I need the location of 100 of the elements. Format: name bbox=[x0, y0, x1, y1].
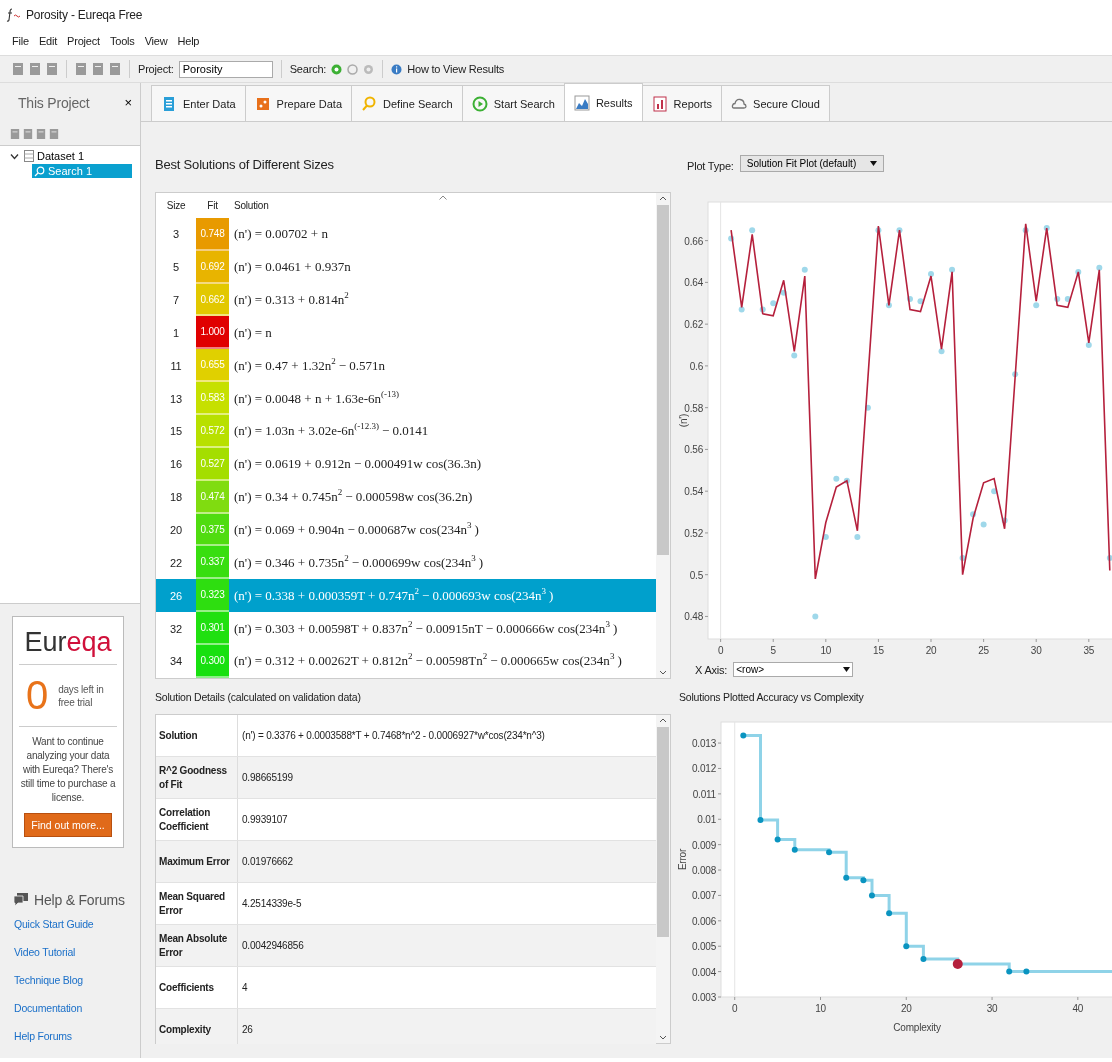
detail-value: 0.01976662 bbox=[241, 855, 293, 869]
size-cell-text: 26 bbox=[169, 588, 183, 604]
y-tick-label: 0.64 bbox=[684, 277, 703, 289]
x-tick-label: 20 bbox=[900, 1003, 912, 1014]
fit-cell: 0.655 bbox=[196, 349, 229, 383]
detail-label: Solution bbox=[156, 715, 238, 756]
solution-equation: (n') = 0.303 + 0.00598T + 0.837n$^{2}$ − 0.00915nT − 0.000666w cos(234n$^{3}$) bbox=[233, 617, 619, 638]
y-tick-label: 0.003 bbox=[691, 992, 716, 1003]
size-cell-text: 15 bbox=[169, 424, 183, 440]
solution-equation: (n') = 0.313 + 0.814n$^{2}$ bbox=[233, 289, 350, 310]
solution-equation: (n') = 0.47 + 1.32n$^{2}$ − 0.571n bbox=[233, 354, 386, 375]
search-label: Search: bbox=[289, 63, 327, 75]
y-tick-label: 0.004 bbox=[691, 966, 716, 978]
size-cell-text: 7 bbox=[172, 293, 180, 309]
y-tick-label: 0.52 bbox=[684, 527, 703, 539]
y-tick-label: 0.013 bbox=[691, 738, 716, 750]
fit-cell: 0.375 bbox=[196, 513, 229, 547]
promo-message: Want to continue analyzing your data with Eureqa? There's still time to purchase a license. bbox=[19, 735, 117, 805]
detail-value: 0.0042946856 bbox=[241, 939, 304, 953]
y-tick-label: 0.005 bbox=[691, 941, 716, 953]
detail-label: Mean Squared Error bbox=[156, 883, 238, 924]
x-tick-label: 10 bbox=[820, 645, 832, 656]
x-tick-label: 0 bbox=[732, 1003, 738, 1014]
x-tick-label: 5 bbox=[770, 645, 776, 656]
detail-label: Mean Absolute Error bbox=[156, 925, 238, 966]
section-title: Solutions Plotted Accuracy vs Complexity bbox=[679, 690, 864, 703]
y-axis-title: Error bbox=[677, 848, 688, 871]
days-text: days left in free trial bbox=[58, 682, 105, 709]
y-tick-label: 0.56 bbox=[684, 444, 703, 456]
fit-cell: 0.748 bbox=[196, 217, 229, 251]
y-tick-label: 0.58 bbox=[684, 402, 703, 414]
size-cell-text: 11 bbox=[169, 358, 183, 374]
fit-cell: 0.323 bbox=[196, 579, 229, 613]
detail-value: 4.2514339e-5 bbox=[241, 897, 302, 911]
detail-label: Complexity bbox=[156, 1009, 238, 1044]
solution-equation: (n') = n bbox=[233, 323, 273, 342]
x-tick-label: 30 bbox=[986, 1003, 998, 1014]
y-tick-label: 0.012 bbox=[691, 763, 716, 775]
fit-cell: 0.662 bbox=[196, 283, 229, 317]
solution-equation: (n') = 0.312 + 0.00262T + 0.812n$^{2}$ − 0.00598Tn$^{2}$ − 0.000665w cos(234n$^{3}$) bbox=[233, 650, 623, 671]
fit-cell: 1.000 bbox=[196, 316, 229, 350]
project-label: Project: bbox=[138, 63, 174, 75]
y-tick-label: 0.007 bbox=[691, 890, 716, 902]
solution-equation: (n') = 0.34 + 0.745n$^{2}$ − 0.000598w cos(36.2n) bbox=[233, 486, 474, 507]
x-axis-label: X Axis: bbox=[695, 663, 728, 676]
solution-equation: (n') = 0.0461 + 0.937n bbox=[233, 258, 352, 277]
x-tick-label: 0 bbox=[717, 645, 724, 656]
x-tick-label: 25 bbox=[978, 645, 989, 656]
y-tick-label: 0.6 bbox=[689, 360, 703, 372]
size-cell-text: 22 bbox=[169, 555, 183, 571]
panel-title: This Project bbox=[18, 94, 90, 111]
y-tick-label: 0.01 bbox=[697, 814, 716, 826]
solution-equation: (n') = 0.346 + 0.735n$^{2}$ − 0.000699w cos(234n$^{3}$) bbox=[233, 551, 485, 572]
size-cell-text: 16 bbox=[169, 457, 183, 473]
detail-value: 4 bbox=[241, 981, 248, 995]
y-axis-title: (n') bbox=[678, 413, 689, 428]
y-tick-label: 0.009 bbox=[691, 839, 716, 851]
x-tick-label: 35 bbox=[1083, 645, 1095, 656]
size-cell-text: 20 bbox=[169, 523, 183, 539]
days-count: 0 bbox=[25, 673, 49, 718]
y-tick-label: 0.011 bbox=[692, 788, 716, 800]
y-tick-label: 0.5 bbox=[689, 569, 703, 581]
detail-value: 0.9939107 bbox=[241, 813, 288, 827]
solution-equation: (n') = 0.338 + 0.000359T + 0.747n$^{2}$ − 0.000693w cos(234n$^{3}$) bbox=[233, 584, 555, 605]
x-tick-label: 40 bbox=[1072, 1003, 1084, 1014]
solution-equation: (n') = 1.03n + 3.02e-6n$^{(-12.3)}$ − 0.0141 bbox=[233, 420, 430, 441]
detail-label: Correlation Coefficient bbox=[156, 799, 238, 840]
fit-cell: 0.572 bbox=[196, 415, 229, 448]
detail-label: Coefficients bbox=[156, 967, 238, 1008]
section-title: Best Solutions of Different Sizes bbox=[155, 157, 334, 172]
fit-cell: 0.692 bbox=[196, 250, 229, 284]
x-tick-label: 20 bbox=[925, 645, 937, 656]
y-tick-label: 0.62 bbox=[684, 319, 703, 331]
x-tick-label: 30 bbox=[1030, 645, 1042, 656]
window-title: Porosity - Eureqa Free bbox=[26, 8, 143, 22]
y-tick-label: 0.006 bbox=[691, 915, 716, 927]
x-tick-label: 10 bbox=[815, 1003, 826, 1014]
x-tick-label: 15 bbox=[873, 645, 884, 656]
plot-type-label: Plot Type: bbox=[687, 160, 734, 172]
fit-cell: 0.337 bbox=[196, 546, 229, 580]
detail-value: 26 bbox=[241, 1023, 253, 1037]
detail-label: R^2 Goodness of Fit bbox=[156, 757, 238, 798]
size-cell-text: 13 bbox=[169, 391, 183, 407]
help-title: Help & Forums bbox=[34, 892, 125, 908]
size-cell-text: 5 bbox=[172, 260, 180, 276]
section-title: Solution Details (calculated on validation data) bbox=[155, 690, 361, 703]
y-tick-label: 0.48 bbox=[684, 611, 703, 623]
size-cell-text: 18 bbox=[169, 490, 183, 506]
detail-label: Maximum Error bbox=[156, 841, 238, 882]
solution-equation: (n') = 0.00702 + n bbox=[233, 225, 329, 244]
fit-cell: 0.301 bbox=[196, 612, 229, 646]
y-tick-label: 0.008 bbox=[691, 865, 716, 877]
solution-equation: (n') = 0.0048 + n + 1.63e-6n$^{(-13)}$ bbox=[233, 387, 401, 408]
detail-value: 0.98665199 bbox=[241, 771, 293, 785]
fit-cell: 0.474 bbox=[196, 480, 229, 514]
size-cell-text: 3 bbox=[172, 227, 180, 243]
logo: Eureqa bbox=[19, 621, 117, 665]
size-cell-text: 34 bbox=[169, 654, 183, 670]
fit-cell: 0.583 bbox=[196, 382, 229, 416]
x-axis-title: Complexity bbox=[893, 1022, 941, 1033]
